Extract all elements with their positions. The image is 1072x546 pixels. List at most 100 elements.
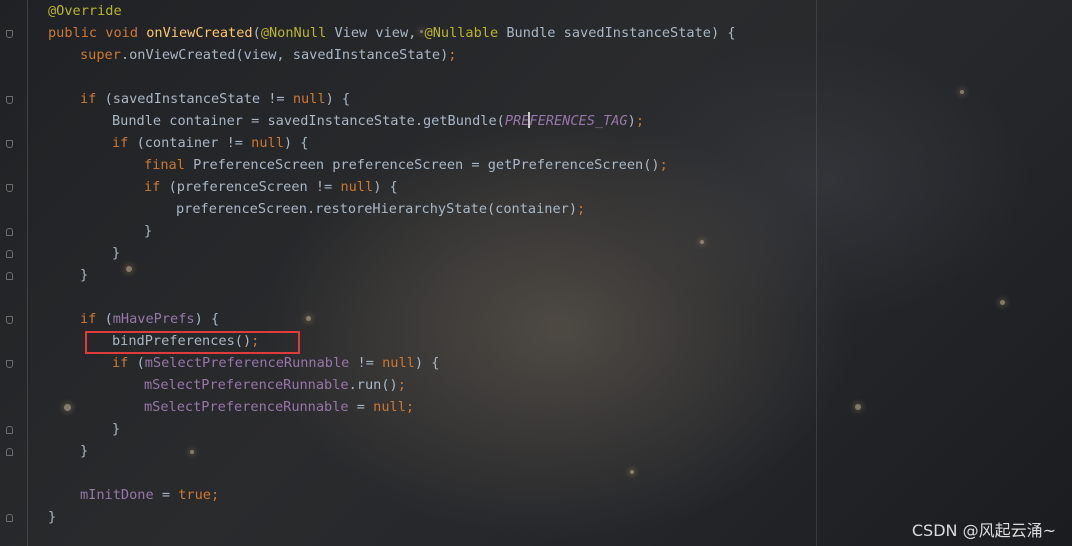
code-line[interactable]: if (preferenceScreen != null) {	[144, 176, 398, 198]
code-token: }	[48, 509, 57, 525]
code-token: (	[252, 25, 261, 41]
fold-toggle-icon[interactable]	[6, 96, 13, 104]
star-decoration	[306, 316, 311, 321]
code-line[interactable]: preferenceScreen.restoreHierarchyState(c…	[176, 198, 585, 220]
code-token: PreferenceScreen preferenceScreen = getP…	[193, 157, 660, 173]
code-token: null	[382, 355, 415, 371]
right-margin-guide	[816, 0, 817, 546]
code-token: ;	[397, 377, 406, 393]
fold-toggle-icon[interactable]	[6, 140, 13, 148]
code-token: View view,	[326, 25, 425, 41]
code-line[interactable]: Bundle container = savedInstanceState.ge…	[112, 110, 644, 132]
code-line[interactable]: mSelectPreferenceRunnable = null;	[144, 396, 414, 418]
code-token: null;	[373, 399, 415, 415]
code-token: public void	[48, 25, 147, 41]
code-token: .onViewCreated(view, savedInstanceState)	[120, 47, 449, 63]
code-token: @Nullable	[424, 25, 499, 41]
gutter-separator	[27, 0, 28, 546]
watermark: CSDN @风起云涌~	[911, 521, 1056, 540]
code-line[interactable]: mInitDone = true;	[80, 484, 219, 506]
code-token: if	[144, 179, 169, 195]
code-token: if	[80, 311, 105, 327]
code-token: Bundle container = savedInstanceState.ge…	[112, 113, 505, 129]
star-decoration	[126, 266, 132, 272]
code-token: mSelectPreferenceRunnable	[144, 377, 349, 393]
code-line[interactable]: if (mHavePrefs) {	[80, 308, 219, 330]
code-token: (savedInstanceState !=	[104, 91, 293, 107]
fold-toggle-icon[interactable]	[6, 272, 13, 280]
code-token: ) {	[414, 355, 440, 371]
code-line[interactable]: final PreferenceScreen preferenceScreen …	[144, 154, 668, 176]
code-token: super	[80, 47, 121, 63]
code-line[interactable]: }	[112, 242, 120, 264]
star-decoration	[855, 404, 861, 410]
code-editor[interactable]: @Override public void onViewCreated(@NonN…	[0, 0, 1072, 546]
fold-toggle-icon[interactable]	[6, 228, 13, 236]
code-token: (container !=	[136, 135, 252, 151]
code-token: }	[112, 245, 121, 261]
code-token: Bundle savedInstanceState) {	[498, 25, 736, 41]
code-token: ) {	[373, 179, 398, 195]
code-line[interactable]: }	[112, 418, 120, 440]
code-token: (	[104, 311, 113, 327]
code-token: )	[627, 113, 636, 129]
code-token: if	[112, 135, 137, 151]
star-decoration	[960, 90, 964, 94]
code-token: final	[144, 157, 194, 173]
code-line[interactable]: if (savedInstanceState != null) {	[80, 88, 350, 110]
code-token: null	[292, 91, 326, 107]
code-token: @NonNull	[260, 25, 327, 41]
code-line[interactable]: if (container != null) {	[112, 132, 308, 154]
code-token: ;	[635, 113, 644, 129]
code-token: ) {	[194, 311, 220, 327]
code-line[interactable]: }	[80, 440, 88, 462]
code-line[interactable]: }	[48, 506, 56, 528]
code-line[interactable]: }	[144, 220, 152, 242]
gutter	[0, 0, 28, 546]
code-token: ;	[577, 201, 586, 217]
code-token: (preferenceScreen !=	[168, 179, 341, 195]
star-decoration	[190, 450, 194, 454]
fold-toggle-icon[interactable]	[6, 514, 13, 522]
code-line[interactable]: public void onViewCreated(@NonNull View …	[48, 22, 736, 44]
code-line[interactable]: }	[80, 264, 88, 286]
code-token: ;	[448, 47, 457, 63]
code-token: mHavePrefs	[112, 311, 195, 327]
code-token: .run()	[348, 377, 398, 393]
code-token: (	[136, 355, 145, 371]
code-token: ;	[659, 157, 668, 173]
fold-toggle-icon[interactable]	[6, 316, 13, 324]
code-token: ) {	[283, 135, 309, 151]
code-token: FERENCES_TAG	[529, 113, 628, 129]
code-line[interactable]: @Override	[48, 0, 122, 22]
fold-toggle-icon[interactable]	[6, 250, 13, 258]
code-token: !=	[349, 355, 383, 371]
code-token: mInitDone	[80, 487, 154, 503]
code-token: }	[112, 421, 121, 437]
code-token: }	[80, 443, 89, 459]
code-token: mSelectPreferenceRunnable	[144, 355, 350, 371]
code-token: true;	[178, 487, 220, 503]
code-token: PRE	[504, 113, 530, 129]
code-token: null	[251, 135, 284, 151]
highlight-annotation-box	[85, 331, 300, 354]
code-token: null	[340, 179, 374, 195]
code-token: }	[144, 223, 153, 239]
fold-toggle-icon[interactable]	[6, 184, 13, 192]
code-token: ) {	[325, 91, 351, 107]
fold-toggle-icon[interactable]	[6, 30, 13, 38]
code-line[interactable]: super.onViewCreated(view, savedInstanceS…	[80, 44, 456, 66]
star-decoration	[1000, 300, 1005, 305]
star-decoration	[700, 240, 704, 244]
code-line[interactable]: if (mSelectPreferenceRunnable != null) {	[112, 352, 439, 374]
code-token: =	[153, 487, 179, 503]
code-token: onViewCreated	[146, 25, 253, 41]
code-token: preferenceScreen.restoreHierarchyState(c…	[176, 201, 578, 217]
fold-toggle-icon[interactable]	[6, 448, 13, 456]
fold-toggle-icon[interactable]	[6, 426, 13, 434]
code-line[interactable]: mSelectPreferenceRunnable.run();	[144, 374, 406, 396]
code-token: if	[112, 355, 137, 371]
fold-toggle-icon[interactable]	[6, 360, 13, 368]
code-token: =	[348, 399, 374, 415]
star-decoration	[64, 404, 71, 411]
